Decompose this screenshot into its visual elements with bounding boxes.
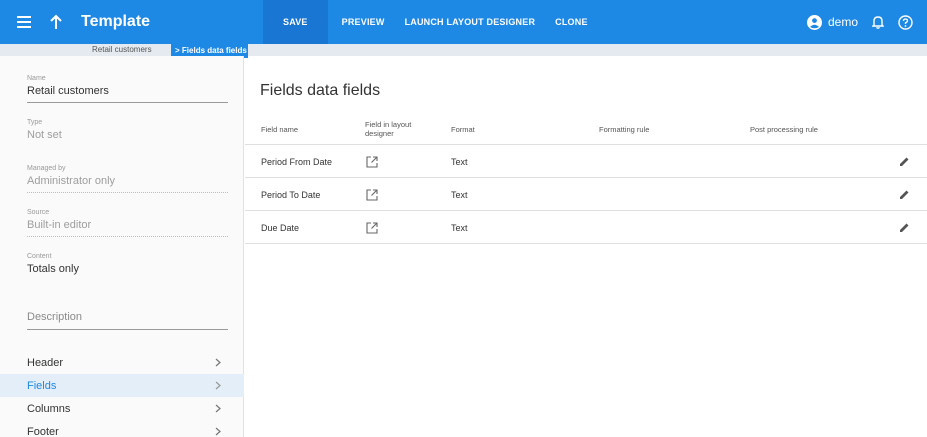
open-external-icon[interactable] bbox=[366, 145, 378, 178]
description-field[interactable]: Description bbox=[27, 311, 228, 330]
open-external-icon[interactable] bbox=[366, 178, 378, 211]
content-value: Totals only bbox=[27, 263, 79, 275]
table-header: Field name Field in layout designer Form… bbox=[245, 113, 927, 145]
breadcrumb: Retail customers > Fields data fields bbox=[0, 44, 927, 58]
preview-button[interactable]: PREVIEW bbox=[332, 0, 395, 44]
arrow-up-icon[interactable] bbox=[49, 14, 63, 30]
chevron-right-icon bbox=[215, 404, 221, 413]
open-external-icon[interactable] bbox=[366, 211, 378, 244]
table-row[interactable]: Period To Date Text bbox=[245, 178, 927, 211]
type-value: Not set bbox=[27, 129, 62, 141]
main-content: Fields data fields Field name Field in l… bbox=[245, 56, 927, 437]
format-cell: Text bbox=[451, 156, 468, 167]
table-row[interactable]: Due Date Text bbox=[245, 211, 927, 244]
name-field[interactable]: Name Retail customers bbox=[27, 75, 228, 103]
user-menu[interactable]: demo bbox=[806, 14, 858, 30]
table-row[interactable]: Period From Date Text bbox=[245, 145, 927, 178]
help-icon[interactable] bbox=[898, 14, 913, 30]
column-header-field-name: Field name bbox=[261, 124, 299, 134]
sidebar-item-label: Footer bbox=[27, 425, 59, 437]
toolbar: SAVE PREVIEW LAUNCH LAYOUT DESIGNER CLON… bbox=[263, 0, 598, 44]
sidebar: Name Retail customers Type Not set Manag… bbox=[0, 56, 244, 437]
header-left: Template bbox=[0, 0, 245, 44]
column-header-format: Format bbox=[451, 124, 475, 134]
launch-layout-designer-button[interactable]: LAUNCH LAYOUT DESIGNER bbox=[395, 0, 546, 44]
breadcrumb-separator: > bbox=[175, 46, 180, 55]
bell-icon[interactable] bbox=[872, 15, 884, 29]
chevron-right-icon bbox=[215, 381, 221, 390]
edit-icon[interactable] bbox=[899, 178, 910, 211]
sidebar-item-fields[interactable]: Fields bbox=[0, 374, 244, 397]
type-label: Type bbox=[27, 119, 43, 126]
menu-icon[interactable] bbox=[17, 16, 31, 28]
chevron-right-icon bbox=[215, 358, 221, 367]
page-title: Fields data fields bbox=[260, 82, 381, 99]
app-header: Template SAVE PREVIEW LAUNCH LAYOUT DESI… bbox=[0, 0, 927, 44]
sidebar-item-header[interactable]: Header bbox=[0, 351, 244, 374]
name-value[interactable]: Retail customers bbox=[27, 85, 228, 103]
sidebar-item-label: Columns bbox=[27, 402, 71, 415]
content-field: Content Totals only bbox=[27, 253, 228, 280]
chevron-right-icon bbox=[215, 427, 221, 436]
source-value: Built-in editor bbox=[27, 219, 228, 237]
field-name-cell: Period From Date bbox=[261, 156, 333, 167]
account-icon bbox=[806, 14, 822, 30]
sidebar-item-label: Header bbox=[27, 356, 64, 369]
source-field: Source Built-in editor bbox=[27, 209, 228, 237]
column-header-layout-designer: Field in layout designer bbox=[365, 120, 412, 138]
field-name-cell: Period To Date bbox=[261, 189, 321, 200]
edit-icon[interactable] bbox=[899, 211, 910, 244]
type-field: Type Not set bbox=[27, 119, 228, 146]
app-title: Template bbox=[81, 13, 151, 30]
save-button[interactable]: SAVE bbox=[263, 0, 328, 44]
content-label: Content bbox=[27, 253, 52, 260]
managed-by-value: Administrator only bbox=[27, 175, 228, 193]
field-name-cell: Due Date bbox=[261, 222, 300, 233]
sidebar-item-label: Fields bbox=[27, 379, 57, 392]
user-name: demo bbox=[827, 15, 858, 29]
edit-icon[interactable] bbox=[899, 145, 910, 178]
sidebar-item-columns[interactable]: Columns bbox=[0, 397, 244, 420]
sidebar-item-footer[interactable]: Footer bbox=[0, 420, 244, 437]
breadcrumb-retail-customers[interactable]: Retail customers bbox=[92, 44, 152, 56]
name-label: Name bbox=[27, 75, 46, 82]
managed-by-field: Managed by Administrator only bbox=[27, 165, 228, 193]
column-header-post-processing-rule: Post processing rule bbox=[750, 124, 818, 134]
managed-by-label: Managed by bbox=[27, 165, 66, 172]
source-label: Source bbox=[27, 209, 50, 216]
format-cell: Text bbox=[451, 189, 468, 200]
clone-button[interactable]: CLONE bbox=[545, 0, 598, 44]
breadcrumb-current-label: Fields data fields bbox=[181, 46, 247, 55]
header-right: demo bbox=[806, 0, 927, 44]
column-header-formatting-rule: Formatting rule bbox=[599, 124, 650, 134]
format-cell: Text bbox=[451, 222, 468, 233]
